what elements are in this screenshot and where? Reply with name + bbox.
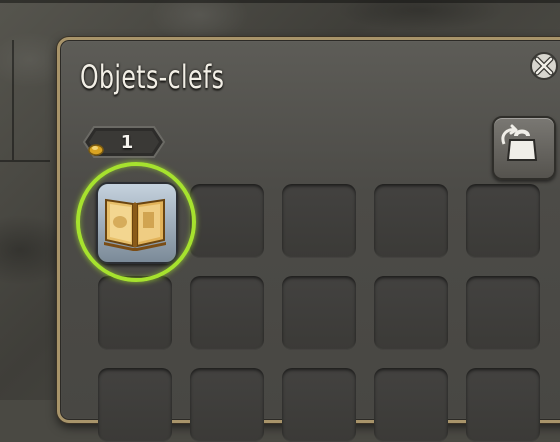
inventory-slot[interactable] [282, 368, 356, 442]
open-book-icon [104, 198, 166, 251]
close-icon [530, 52, 558, 80]
inventory-slot[interactable] [190, 368, 264, 442]
inventory-slot[interactable] [466, 184, 540, 258]
inventory-slot[interactable] [374, 368, 448, 442]
inventory-slot[interactable] [98, 276, 172, 350]
sort-bag-icon [501, 124, 538, 161]
inventory-slot[interactable] [374, 184, 448, 258]
inventory-slot[interactable] [282, 184, 356, 258]
gil-icon [88, 144, 104, 156]
inventory-slot[interactable] [190, 276, 264, 350]
window-title: Objets-clefs [80, 58, 225, 96]
stone-seam [0, 0, 560, 3]
stone-seam [0, 160, 50, 162]
item-count: 1 [120, 132, 134, 153]
close-button[interactable] [526, 48, 560, 84]
inventory-slot[interactable] [466, 276, 540, 350]
stone-seam [12, 40, 14, 160]
inventory-slot[interactable] [98, 368, 172, 442]
sort-button[interactable] [492, 116, 556, 180]
inventory-slot[interactable] [282, 276, 356, 350]
inventory-slot[interactable] [466, 368, 540, 442]
inventory-slot-selected[interactable] [96, 182, 178, 264]
inventory-slot[interactable] [190, 184, 264, 258]
inventory-slot[interactable] [374, 276, 448, 350]
